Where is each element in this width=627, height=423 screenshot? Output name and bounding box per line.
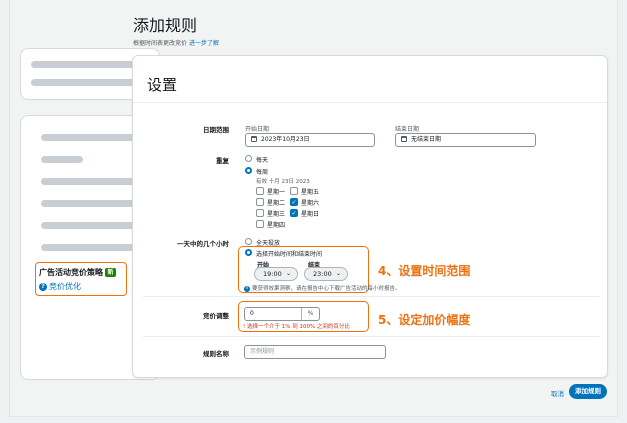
repeat-daily-radio[interactable] — [245, 155, 252, 162]
rule-name-input[interactable]: 示例规则 — [244, 345, 386, 359]
all-day-radio[interactable] — [245, 238, 252, 245]
chevron-down-icon: ⌄ — [285, 270, 291, 277]
custom-time-label: 选择开始时间和结束时间 — [256, 251, 323, 258]
bid-strategy-title: 广告活动竞价策略新 — [39, 267, 116, 278]
step5-annotation: 5、设定加价幅度 — [378, 313, 471, 327]
custom-time-radio[interactable] — [245, 249, 252, 256]
day-label: 星期二 — [267, 200, 286, 207]
modal-title: 添加规则 — [133, 16, 198, 35]
chevron-down-icon: ⌄ — [335, 270, 341, 277]
skeleton-bar — [41, 244, 141, 251]
help-icon: ? — [39, 282, 47, 291]
repeat-daily-label: 每天 — [256, 157, 269, 164]
day-label: 星期一 — [267, 189, 286, 196]
percent-unit: % — [301, 308, 319, 320]
add-rule-button[interactable]: 添加规则 — [569, 384, 607, 399]
day-label: 星期五 — [301, 189, 320, 196]
repeat-weekly-label: 每周 — [256, 169, 269, 176]
divider — [143, 336, 599, 337]
rule-name-label: 规则名称 — [203, 350, 229, 358]
day-checkbox-sunday[interactable]: ✓ — [290, 209, 298, 217]
day-checkbox-friday[interactable] — [290, 187, 298, 195]
date-range-label: 日期范围 — [203, 126, 229, 134]
calendar-icon — [401, 136, 407, 142]
settings-panel: 设置 日期范围 开始日期 2023年10月23日 结束日期 无结束日期 重复 每… — [132, 55, 608, 378]
skeleton-bar — [41, 134, 141, 141]
divider — [133, 102, 607, 103]
info-icon: i — [244, 285, 250, 292]
bid-optimization-link[interactable]: ? 竞价优化 — [39, 281, 81, 292]
day-label: 星期三 — [267, 211, 286, 218]
day-checkbox-wednesday[interactable] — [256, 209, 264, 217]
day-label: 星期六 — [301, 200, 320, 207]
divider — [143, 296, 599, 297]
repeat-label: 重复 — [216, 157, 229, 165]
day-checkbox-tuesday[interactable] — [256, 198, 264, 206]
day-checkbox-monday[interactable] — [256, 187, 264, 195]
day-checkbox-saturday[interactable]: ✓ — [290, 198, 298, 206]
start-date-label: 开始日期 — [245, 126, 270, 133]
skeleton-bar — [41, 222, 141, 229]
settings-title: 设置 — [147, 76, 178, 94]
valid-date-hint: 有效 十月 23日 2023 — [256, 179, 310, 185]
repeat-weekly-radio[interactable] — [245, 167, 252, 174]
learn-more-link[interactable]: 进一步了解 — [189, 40, 219, 47]
start-date-picker[interactable]: 2023年10月23日 — [245, 133, 375, 147]
modal-subtitle: 根据时间表更改竞价 进一步了解 — [133, 40, 219, 47]
bid-adjustment-input[interactable]: 0 % — [244, 307, 320, 321]
end-date-label: 结束日期 — [395, 126, 420, 133]
skeleton-bar — [41, 178, 141, 185]
error-icon: ! — [243, 324, 246, 330]
new-badge: 新 — [105, 268, 116, 277]
skeleton-bar — [41, 156, 83, 163]
hourly-report-hint: i 要获得效果洞察，请在报告中心下载广告活动的每小时报告。 — [244, 284, 401, 292]
end-time-select[interactable]: 23:00 ⌄ — [304, 267, 348, 281]
skeleton-bar — [41, 200, 141, 207]
calendar-icon — [251, 136, 257, 142]
day-label: 星期日 — [301, 211, 320, 218]
cancel-button[interactable]: 取消 — [551, 388, 564, 398]
start-time-select[interactable]: 19:00 ⌄ — [254, 267, 298, 281]
bid-strategy-highlight: 广告活动竞价策略新 ? 竞价优化 — [35, 262, 127, 296]
bid-adjustment-error: ! 选择一个介于 1% 到 100% 之间的百分比 — [243, 324, 350, 330]
bid-adjustment-label: 竞价调整 — [203, 312, 229, 320]
end-date-picker[interactable]: 无结束日期 — [395, 133, 536, 147]
day-label: 星期四 — [267, 222, 286, 229]
step4-annotation: 4、设置时间范围 — [378, 264, 471, 278]
day-checkbox-thursday[interactable] — [256, 220, 264, 228]
hours-label: 一天中的几个小时 — [177, 240, 229, 248]
